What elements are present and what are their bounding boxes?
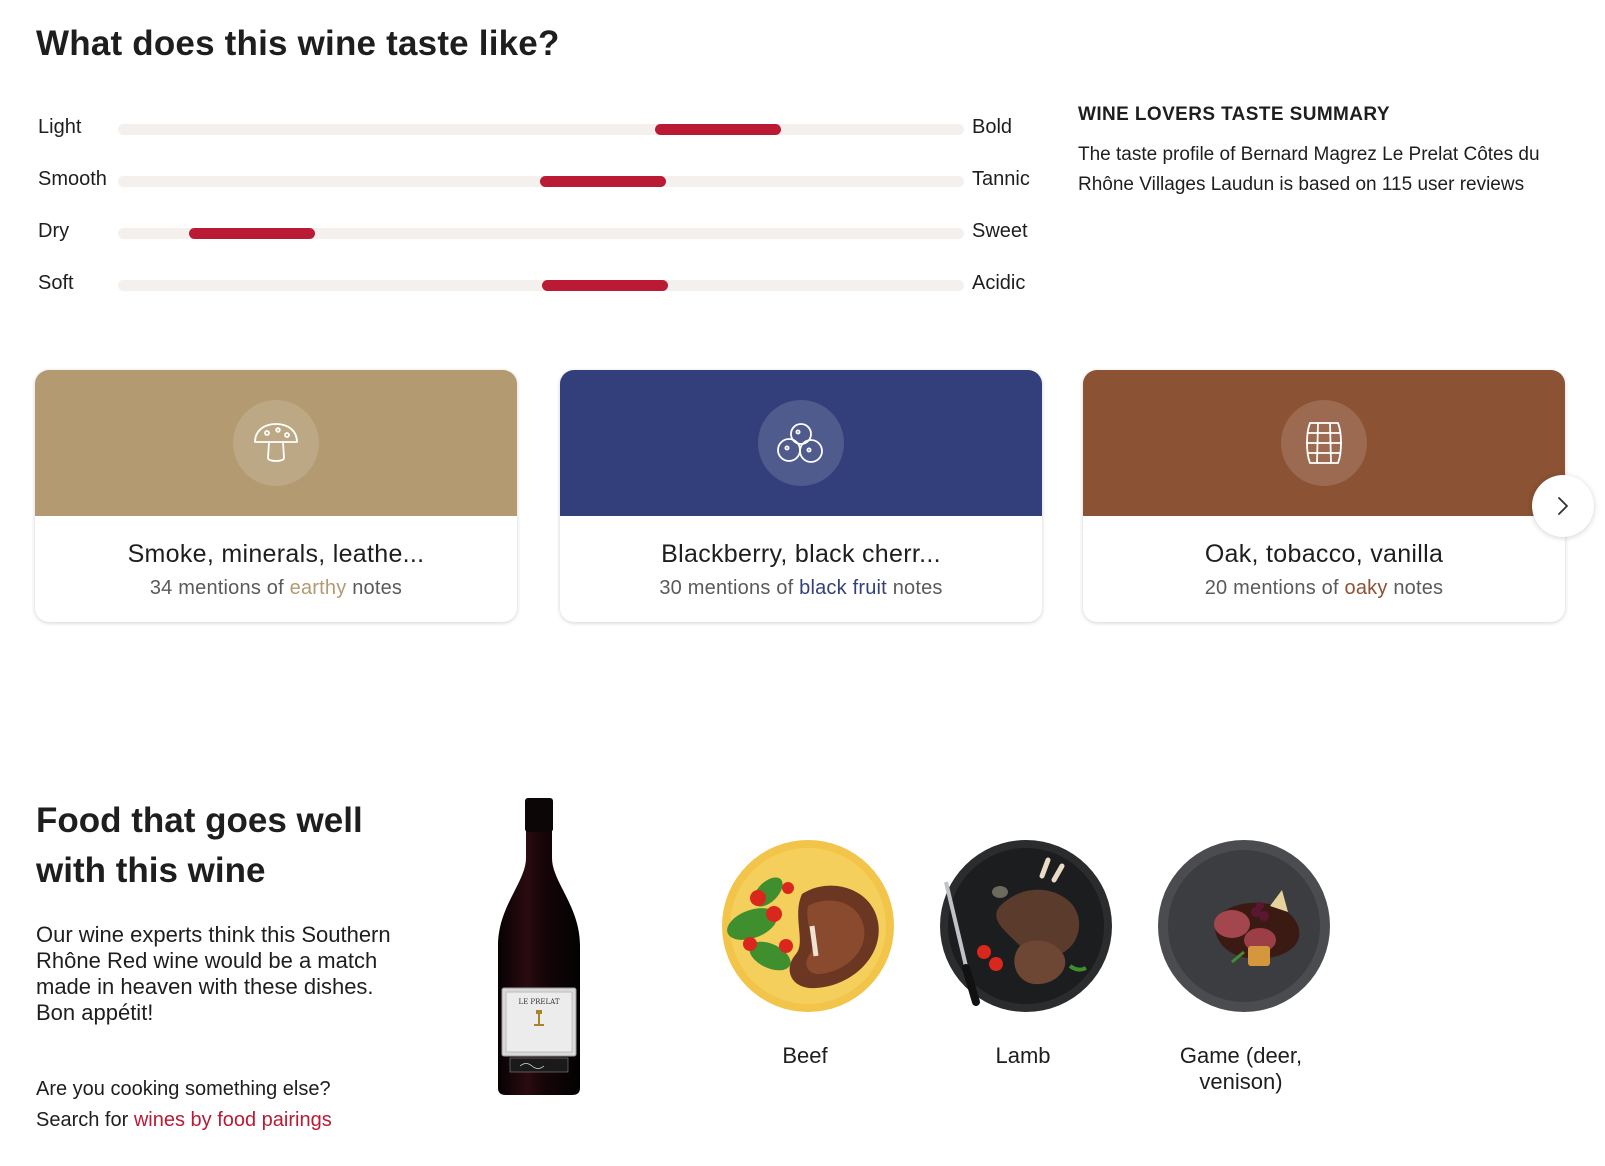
taste-label-right: Sweet (972, 220, 1028, 242)
food-pairing-lamb[interactable]: Lamb (930, 836, 1116, 1069)
taste-label-left: Soft (38, 272, 74, 294)
lamb-dish-image (940, 840, 1112, 1012)
taste-summary: WINE LOVERS TASTE SUMMARY The taste prof… (1078, 104, 1548, 200)
taste-row-acidity: Soft Acidic (38, 264, 1038, 316)
taste-indicator (189, 228, 315, 239)
wine-bottle-image: LE PRELAT (494, 796, 584, 1101)
flavor-card-title: Oak, tobacco, vanilla (1204, 540, 1444, 568)
food-pairing-game[interactable]: Game (deer, venison) (1148, 836, 1334, 1095)
dish-label: Game (deer, venison) (1179, 1043, 1303, 1094)
flavor-card-earthy[interactable]: Smoke, minerals, leathe... 34 mentions o… (35, 370, 517, 622)
food-description: Our wine experts think this Southern Rhô… (36, 922, 391, 1025)
beef-dish-image (722, 840, 894, 1012)
mentions-suffix: notes (892, 577, 943, 599)
flavor-card-oaky[interactable]: Oak, tobacco, vanilla 20 mentions of oak… (1083, 370, 1565, 622)
barrel-icon (1281, 400, 1367, 486)
taste-row-body: Light Bold (38, 108, 1038, 160)
game-dish-image (1158, 840, 1330, 1012)
taste-track (118, 280, 964, 291)
taste-indicator (540, 176, 666, 187)
cooking-search-line: Search for wines by food pairings (36, 1105, 332, 1136)
cooking-search-prefix: Search for (36, 1109, 129, 1131)
taste-label-left: Dry (38, 220, 70, 242)
mentions-suffix: notes (1393, 577, 1444, 599)
flavor-card-mentions: 30 mentions of black fruit notes (560, 577, 1042, 600)
carousel-next-button[interactable] (1532, 475, 1594, 537)
flavor-card-black-fruit[interactable]: Blackberry, black cherr... 30 mentions o… (560, 370, 1042, 622)
mentions-suffix: notes (352, 577, 403, 599)
taste-heading: What does this wine taste like? (36, 24, 560, 63)
dish-label: Beef (782, 1043, 828, 1068)
dish-label: Lamb (995, 1043, 1051, 1068)
flavor-card-mentions: 34 mentions of earthy notes (35, 577, 517, 600)
taste-row-tannin: Smooth Tannic (38, 160, 1038, 212)
flavor-group-name: earthy (289, 577, 347, 599)
taste-indicator (655, 124, 781, 135)
taste-indicator (542, 280, 668, 291)
food-heading: Food that goes well with this wine (36, 801, 363, 890)
flavor-card-header (1083, 370, 1565, 516)
food-pairing-beef[interactable]: Beef (712, 836, 898, 1069)
mentions-count: 34 mentions of (149, 577, 284, 599)
flavor-card-title: Smoke, minerals, leathe... (127, 540, 425, 568)
taste-row-sweetness: Dry Sweet (38, 212, 1038, 264)
taste-label-right: Bold (972, 116, 1013, 138)
summary-text: The taste profile of Bernard Magrez Le P… (1078, 144, 1540, 195)
flavor-card-header (35, 370, 517, 516)
taste-structure: Light Bold Smooth Tannic Dry Sweet Soft … (38, 108, 1038, 316)
mentions-count: 20 mentions of (1204, 577, 1339, 599)
taste-label-right: Acidic (972, 272, 1026, 294)
taste-label-right: Tannic (972, 168, 1030, 190)
taste-label-left: Smooth (38, 168, 107, 190)
taste-track (118, 124, 964, 135)
cooking-question: Are you cooking something else? (36, 1078, 331, 1100)
berries-icon (758, 400, 844, 486)
summary-title: WINE LOVERS TASTE SUMMARY (1078, 104, 1390, 125)
flavor-card-mentions: 20 mentions of oaky notes (1083, 577, 1565, 600)
taste-track (118, 228, 964, 239)
taste-label-left: Light (38, 116, 82, 138)
food-pairings-link[interactable]: wines by food pairings (134, 1109, 332, 1131)
flavor-card-header (560, 370, 1042, 516)
taste-track (118, 176, 964, 187)
flavor-group-name: oaky (1344, 577, 1388, 599)
mushroom-icon (233, 400, 319, 486)
chevron-right-icon (1558, 497, 1568, 515)
mentions-count: 30 mentions of (659, 577, 794, 599)
bottle-label-text: LE PRELAT (518, 998, 559, 1006)
flavor-card-title: Blackberry, black cherr... (661, 540, 941, 568)
flavor-group-name: black fruit (799, 577, 887, 599)
cooking-prompt: Are you cooking something else? Search f… (36, 1074, 332, 1136)
